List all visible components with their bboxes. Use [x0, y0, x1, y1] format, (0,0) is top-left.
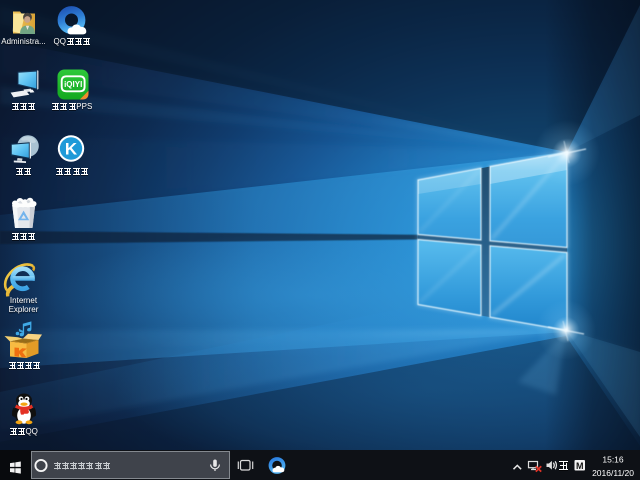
svg-text:iQIYI: iQIYI	[64, 80, 82, 89]
svg-text:M: M	[576, 461, 584, 471]
svg-text:K: K	[65, 140, 78, 159]
svg-text:2016/11/20: 2016/11/20	[592, 468, 634, 478]
svg-text:15:16: 15:16	[602, 455, 624, 465]
